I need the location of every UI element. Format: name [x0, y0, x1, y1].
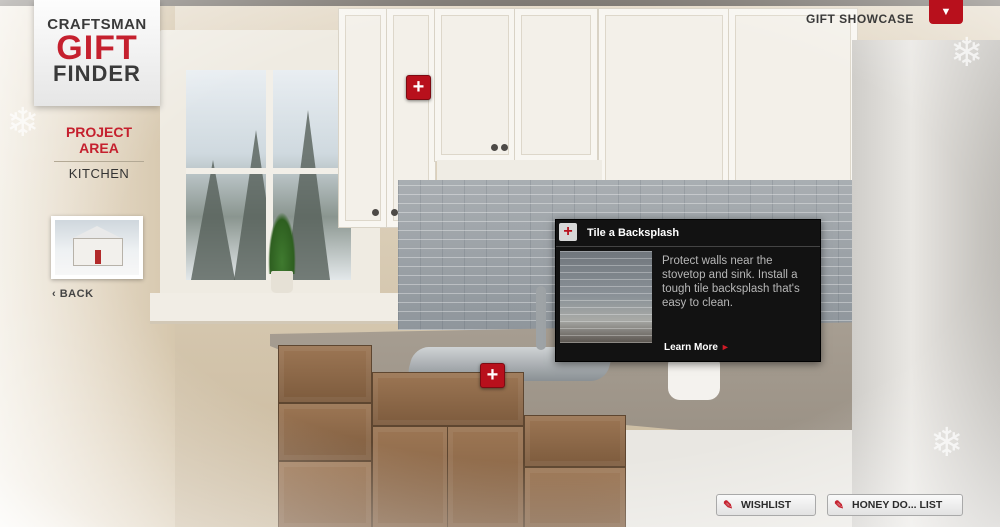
house-thumbnail[interactable] [51, 216, 143, 279]
arrow-right-icon: ► [720, 342, 730, 352]
honey-do-list-button[interactable]: ✎ HONEY DO... LIST [827, 494, 963, 516]
upper-cabinet [338, 8, 388, 228]
house-image [55, 220, 139, 275]
hotspot-cabinets[interactable]: + [406, 75, 431, 100]
knob [391, 209, 398, 216]
faucet [536, 286, 546, 350]
popup-header: + Tile a Backsplash [556, 220, 820, 247]
window-sill [150, 293, 400, 324]
back-button[interactable]: ‹ BACK [52, 288, 94, 300]
hotspot-sink[interactable]: + [480, 363, 505, 388]
logo-line: GIFT [56, 29, 138, 67]
popup-description: Protect walls near the stovetop and sink… [662, 255, 800, 309]
wishlist-label: WISHLIST [741, 499, 792, 511]
chevron-down-icon: ▼ [940, 6, 952, 18]
upper-cabinet [514, 8, 598, 162]
plant-pot [271, 271, 293, 293]
knob [372, 209, 379, 216]
logo-line: FINDER [53, 61, 141, 86]
learn-more-link[interactable]: Learn More ► [664, 342, 730, 353]
lower-drawer [524, 467, 626, 527]
pencil-icon: ✎ [723, 498, 734, 512]
lower-drawer [278, 461, 372, 527]
craftsman-gift-finder-logo[interactable]: CRAFTSMAN GIFT FINDER [34, 0, 160, 106]
back-label: BACK [59, 288, 94, 300]
popup-plus-button[interactable]: + [559, 223, 577, 241]
knob [501, 144, 508, 151]
honey-do-list-label: HONEY DO... LIST [852, 499, 943, 511]
window-mullion [186, 168, 351, 174]
project-area-value: KITCHEN [68, 166, 130, 181]
showcase-dropdown-button[interactable]: ▼ [929, 0, 963, 24]
lower-drawer [278, 345, 372, 403]
backsplash-image [560, 251, 652, 343]
lower-drawer [278, 403, 372, 461]
gift-showcase-label[interactable]: GIFT SHOWCASE [806, 12, 914, 26]
refrigerator [852, 40, 1000, 527]
lower-drawer [524, 415, 626, 467]
wishlist-button[interactable]: ✎ WISHLIST [716, 494, 816, 516]
info-popup: + Tile a Backsplash Protect walls near t… [555, 219, 821, 362]
upper-cabinet [434, 8, 516, 162]
snowflake-icon: ❄ [950, 30, 984, 75]
lower-cabinet-door [447, 426, 524, 527]
utensil-holder [668, 360, 720, 400]
divider [54, 161, 144, 162]
knob [491, 144, 498, 151]
popup-title: Tile a Backsplash [587, 227, 680, 239]
tree [191, 160, 235, 280]
lower-cabinet-door [372, 426, 449, 527]
plant [268, 212, 296, 274]
chevron-left-icon: ‹ [52, 288, 57, 300]
project-area-title: PROJECT AREA [65, 124, 133, 156]
house-door [95, 250, 101, 264]
learn-more-label: Learn More [664, 342, 718, 353]
pencil-icon: ✎ [834, 498, 845, 512]
